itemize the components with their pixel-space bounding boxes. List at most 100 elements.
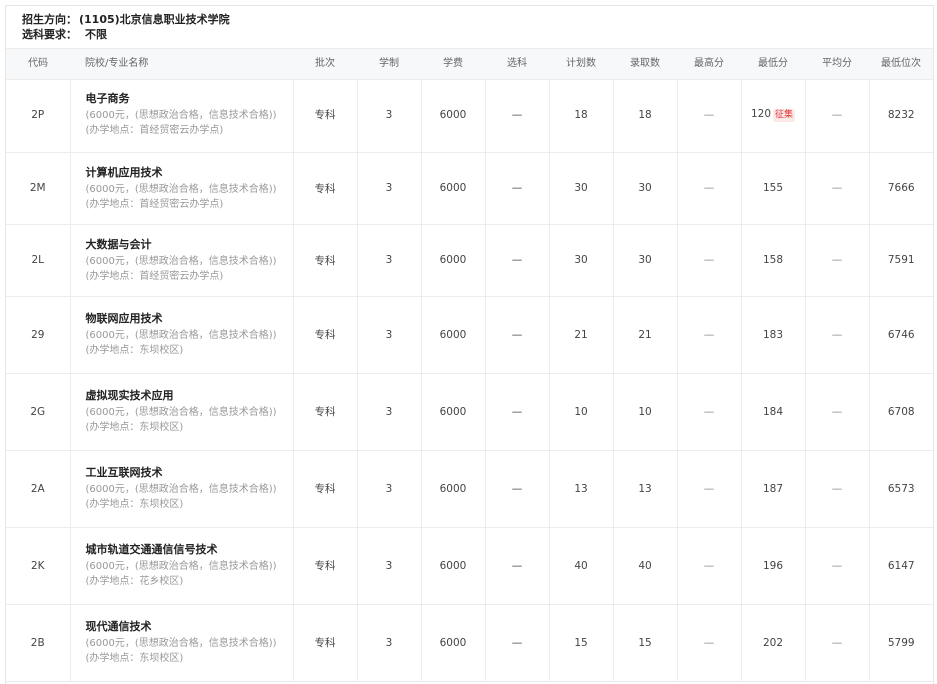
cell-years: 3 bbox=[357, 604, 422, 682]
cell-admit: 15 bbox=[613, 604, 678, 682]
cell-max: — bbox=[677, 296, 742, 374]
table-row: 2L 大数据与会计 (6000元，(思想政治合格，信息技术合格))(办学地点：首经贸… bbox=[6, 224, 933, 297]
school-info: 招生方向： (1105)北京信息职业技术学院 选科要求： 不限 bbox=[6, 6, 933, 48]
cell-subject: — bbox=[485, 604, 550, 682]
cell-admit: 30 bbox=[613, 152, 678, 225]
cell-plan: 30 bbox=[549, 224, 614, 297]
cell-plan: 10 bbox=[549, 373, 614, 451]
cell-avg: — bbox=[805, 78, 870, 153]
cell-major: 计算机应用技术 (6000元，(思想政治合格，信息技术合格))(办学地点：首经贸密… bbox=[70, 152, 294, 225]
major-name[interactable]: 电子商务 bbox=[86, 91, 287, 107]
direction-row: 招生方向： (1105)北京信息职业技术学院 bbox=[22, 12, 933, 27]
cell-subject: — bbox=[485, 527, 550, 605]
major-description: (6000元，(思想政治合格，信息技术合格))(办学地点：花乡校区) bbox=[85, 561, 277, 587]
cell-years: 3 bbox=[357, 152, 422, 225]
cell-major: 物联网应用技术 (6000元，(思想政治合格，信息技术合格))(办学地点：东坝校区… bbox=[70, 296, 294, 374]
cell-subject: — bbox=[485, 152, 550, 225]
cell-admit: 21 bbox=[613, 296, 678, 374]
cell-admit: 18 bbox=[613, 78, 678, 153]
cell-rank: 8232 bbox=[869, 78, 933, 153]
major-description: (6000元，(思想政治合格，信息技术合格))(办学地点：首经贸密云办学点) bbox=[85, 183, 277, 210]
cell-avg: — bbox=[805, 296, 870, 374]
header-max: 最高分 bbox=[694, 58, 724, 69]
cell-avg: — bbox=[805, 450, 870, 528]
min-score: 202 bbox=[762, 636, 784, 649]
cell-min: 187 bbox=[741, 450, 806, 528]
major-name[interactable]: 现代通信技术 bbox=[86, 619, 287, 635]
cell-plan: 21 bbox=[549, 296, 614, 374]
cell-subject: — bbox=[485, 296, 550, 374]
cell-code: 2K bbox=[6, 527, 71, 605]
cell-code: 2G bbox=[6, 373, 71, 451]
cell-fee: 6000 bbox=[421, 78, 486, 153]
cell-fee: 6000 bbox=[421, 527, 486, 605]
major-description: (6000元，(思想政治合格，信息技术合格))(办学地点：东坝校区) bbox=[85, 407, 277, 433]
header-plan: 计划数 bbox=[566, 58, 596, 69]
cell-fee: 6000 bbox=[421, 604, 486, 682]
cell-avg: — bbox=[805, 604, 870, 682]
cell-major: 虚拟现实技术应用 (6000元，(思想政治合格，信息技术合格))(办学地点：东坝校… bbox=[70, 373, 294, 451]
table-row: 2G 虚拟现实技术应用 (6000元，(思想政治合格，信息技术合格))(办学地点：东… bbox=[6, 373, 933, 451]
cell-plan: 40 bbox=[549, 527, 614, 605]
header-years: 学制 bbox=[379, 58, 399, 69]
major-name[interactable]: 工业互联网技术 bbox=[86, 465, 287, 481]
cell-code: 2B bbox=[6, 604, 71, 682]
major-description: (6000元，(思想政治合格，信息技术合格))(办学地点：东坝校区) bbox=[85, 330, 277, 356]
cell-batch: 专科 bbox=[293, 78, 358, 153]
supplement-badge: 征集 bbox=[773, 108, 796, 122]
cell-plan: 30 bbox=[549, 152, 614, 225]
subject-label: 选科要求： bbox=[22, 28, 77, 41]
cell-max: — bbox=[677, 224, 742, 297]
cell-avg: — bbox=[805, 373, 870, 451]
cell-code: 29 bbox=[6, 296, 71, 374]
major-name[interactable]: 计算机应用技术 bbox=[86, 165, 287, 181]
min-score: 187 bbox=[762, 482, 784, 495]
major-name[interactable]: 大数据与会计 bbox=[86, 237, 287, 253]
cell-min: 183 bbox=[741, 296, 806, 374]
header-name: 院校/专业名称 bbox=[85, 58, 149, 69]
header-batch: 批次 bbox=[315, 58, 335, 69]
cell-years: 3 bbox=[357, 527, 422, 605]
cell-avg: — bbox=[805, 224, 870, 297]
table-row: 2P 电子商务 (6000元，(思想政治合格，信息技术合格))(办学地点：首经贸密云… bbox=[6, 78, 933, 153]
major-description: (6000元，(思想政治合格，信息技术合格))(办学地点：东坝校区) bbox=[85, 638, 277, 664]
cell-admit: 40 bbox=[613, 527, 678, 605]
major-list-panel: 招生方向： (1105)北京信息职业技术学院 选科要求： 不限 代码 院校/专业名称 批… bbox=[5, 5, 934, 684]
cell-avg: — bbox=[805, 152, 870, 225]
cell-plan: 15 bbox=[549, 604, 614, 682]
cell-min: 184 bbox=[741, 373, 806, 451]
cell-major: 工业互联网技术 (6000元，(思想政治合格，信息技术合格))(办学地点：东坝校区… bbox=[70, 450, 294, 528]
major-description: (6000元，(思想政治合格，信息技术合格))(办学地点：东坝校区) bbox=[85, 484, 277, 510]
cell-min: 202 bbox=[741, 604, 806, 682]
major-description: (6000元，(思想政治合格，信息技术合格))(办学地点：首经贸密云办学点) bbox=[85, 110, 277, 137]
header-fee: 学费 bbox=[443, 58, 463, 69]
cell-admit: 30 bbox=[613, 224, 678, 297]
cell-min: 155 bbox=[741, 152, 806, 225]
major-name[interactable]: 虚拟现实技术应用 bbox=[86, 388, 287, 404]
cell-rank: 7591 bbox=[869, 224, 933, 297]
cell-admit: 13 bbox=[613, 450, 678, 528]
cell-rank: 6746 bbox=[869, 296, 933, 374]
major-table: 2P 电子商务 (6000元，(思想政治合格，信息技术合格))(办学地点：首经贸密云… bbox=[6, 78, 933, 682]
cell-batch: 专科 bbox=[293, 373, 358, 451]
table-header: 代码 院校/专业名称 批次 学制 学费 选科 计划数 录取数 最高分 最低分 平均分 最低位次 bbox=[6, 48, 933, 80]
cell-max: — bbox=[677, 527, 742, 605]
table-row: 2M 计算机应用技术 (6000元，(思想政治合格，信息技术合格))(办学地点：首经… bbox=[6, 152, 933, 225]
cell-max: — bbox=[677, 450, 742, 528]
cell-rank: 6708 bbox=[869, 373, 933, 451]
cell-years: 3 bbox=[357, 78, 422, 153]
min-score: 155 bbox=[762, 182, 784, 194]
major-name[interactable]: 城市轨道交通通信信号技术 bbox=[86, 542, 287, 558]
cell-batch: 专科 bbox=[293, 224, 358, 297]
cell-batch: 专科 bbox=[293, 296, 358, 374]
major-description: (6000元，(思想政治合格，信息技术合格))(办学地点：首经贸密云办学点) bbox=[85, 255, 277, 282]
cell-subject: — bbox=[485, 450, 550, 528]
cell-subject: — bbox=[485, 224, 550, 297]
cell-major: 电子商务 (6000元，(思想政治合格，信息技术合格))(办学地点：首经贸密云办学… bbox=[70, 78, 294, 153]
cell-fee: 6000 bbox=[421, 296, 486, 374]
cell-max: — bbox=[677, 78, 742, 153]
major-name[interactable]: 物联网应用技术 bbox=[86, 311, 287, 327]
cell-subject: — bbox=[485, 373, 550, 451]
cell-rank: 6573 bbox=[869, 450, 933, 528]
cell-code: 2A bbox=[6, 450, 71, 528]
